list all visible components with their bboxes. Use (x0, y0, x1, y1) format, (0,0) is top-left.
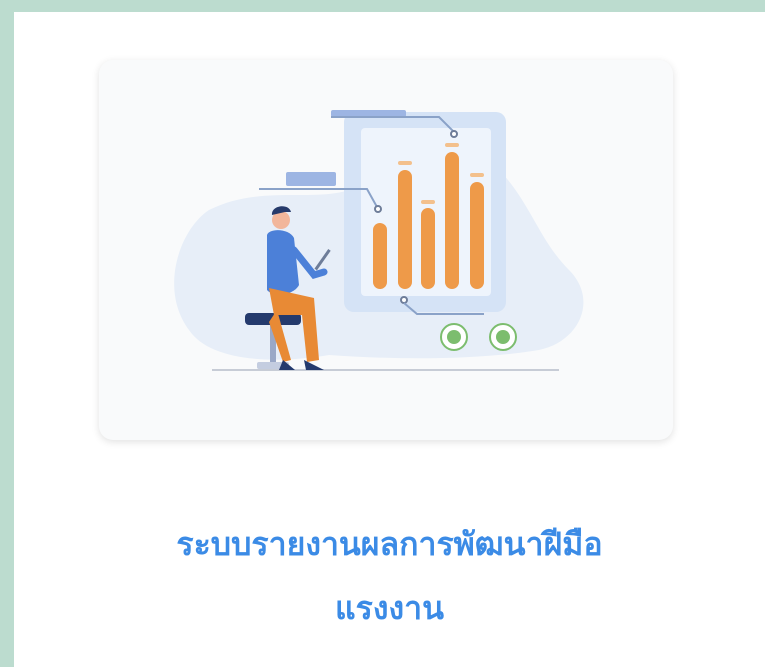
card-title-line-1[interactable]: ระบบรายงานผลการพัฒนาฝีมือ (14, 512, 765, 576)
report-illustration (174, 110, 584, 371)
label-bar-left (286, 172, 336, 186)
card-illustration[interactable] (99, 60, 673, 440)
bar-4 (445, 152, 459, 289)
bar-2 (398, 170, 412, 289)
label-bar-top (331, 110, 406, 117)
card-panel: ระบบรายงานผลการพัฒนาฝีมือ แรงงาน (14, 12, 765, 667)
bar-3 (421, 208, 435, 289)
card-title-line-2[interactable]: แรงงาน (14, 576, 765, 640)
bar-5 (470, 182, 484, 289)
bar-1 (373, 223, 387, 289)
card-title[interactable]: ระบบรายงานผลการพัฒนาฝีมือ แรงงาน (14, 512, 765, 640)
